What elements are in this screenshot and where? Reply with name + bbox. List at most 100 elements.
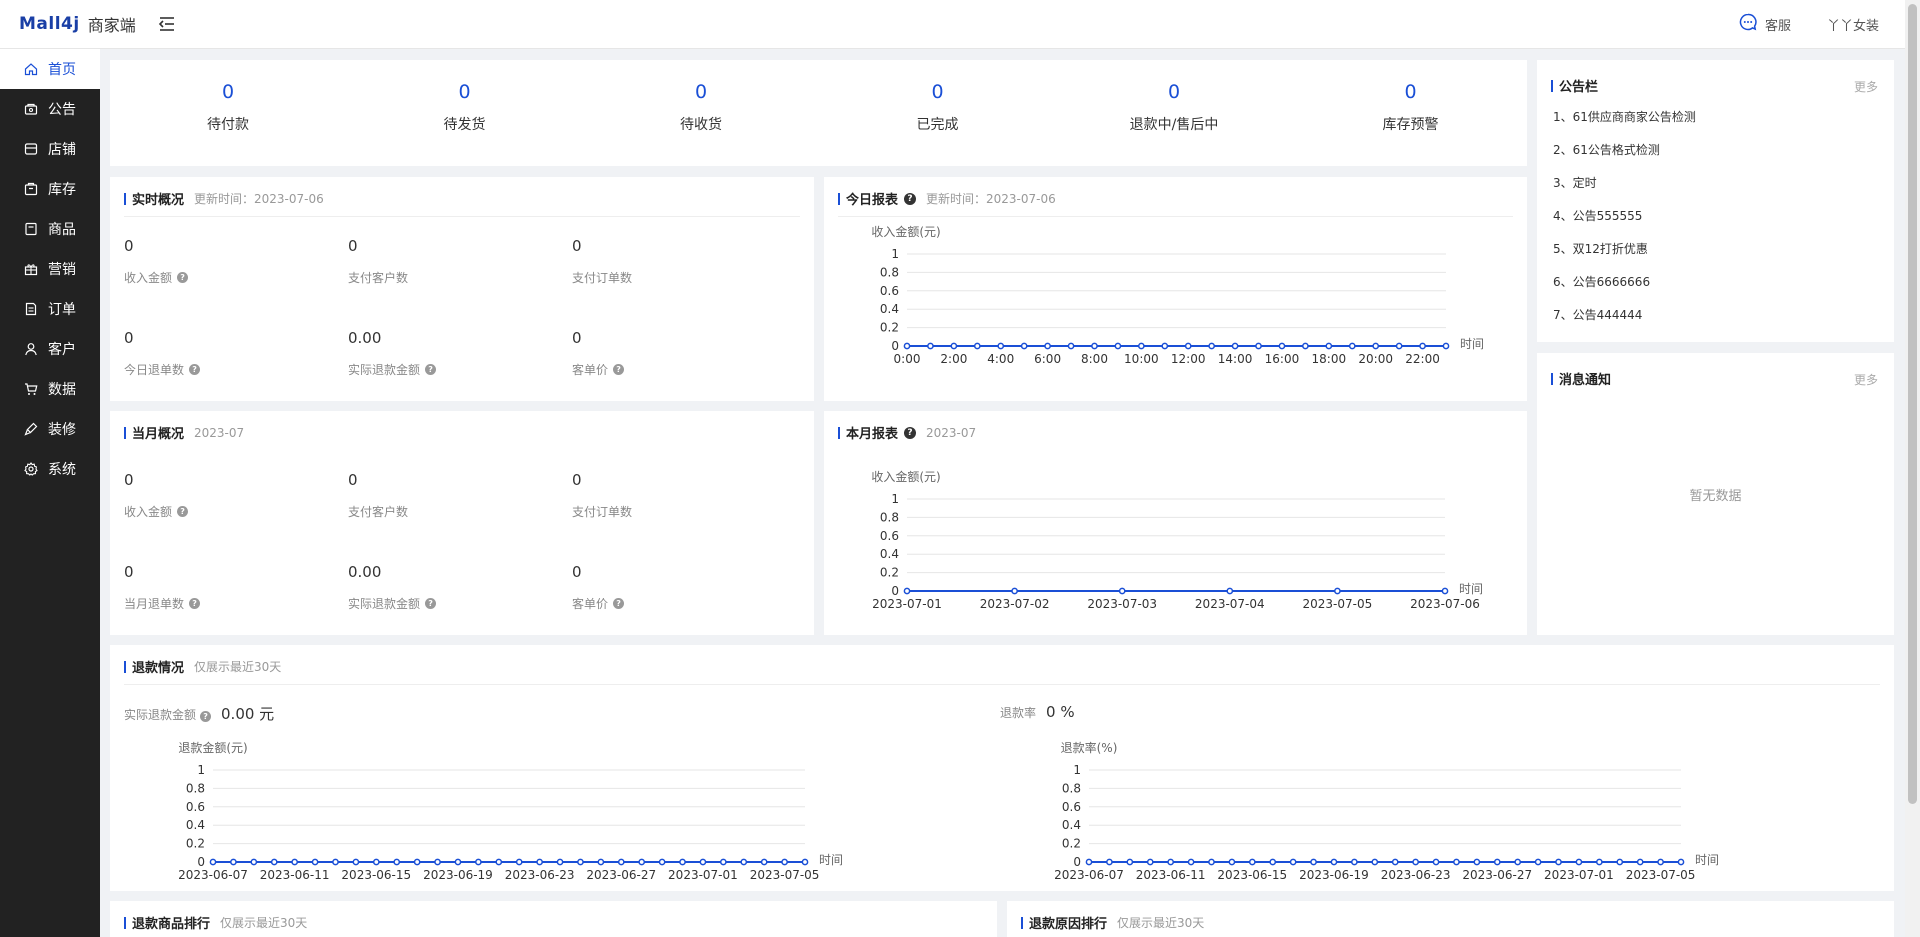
data-point[interactable] <box>903 342 911 350</box>
help-icon[interactable]: ? <box>177 506 189 517</box>
data-point[interactable] <box>1348 342 1356 350</box>
sidebar-item-9[interactable]: 装修 <box>0 409 100 449</box>
data-point[interactable] <box>372 858 380 866</box>
data-point[interactable] <box>434 858 441 866</box>
data-point[interactable] <box>781 858 788 866</box>
sidebar-item-2[interactable]: 店铺 <box>0 129 100 169</box>
data-point[interactable] <box>556 858 564 866</box>
data-point[interactable] <box>1269 858 1277 866</box>
data-point[interactable] <box>1091 342 1098 350</box>
data-point[interactable] <box>270 858 278 866</box>
data-point[interactable] <box>950 342 958 350</box>
data-point[interactable] <box>1226 587 1234 595</box>
data-point[interactable] <box>1118 587 1126 595</box>
data-point[interactable] <box>1493 858 1501 866</box>
data-point[interactable] <box>1187 858 1195 866</box>
sidebar-item-0[interactable]: 首页 <box>0 49 100 89</box>
data-point[interactable] <box>1208 342 1216 350</box>
data-point[interactable] <box>1126 858 1134 866</box>
data-point[interactable] <box>1325 342 1333 350</box>
data-point[interactable] <box>1161 342 1169 350</box>
stat-item[interactable]: 0 退款中/售后中 <box>1056 80 1292 134</box>
data-point[interactable] <box>515 858 523 866</box>
data-point[interactable] <box>1616 858 1624 866</box>
data-point[interactable] <box>617 858 625 866</box>
data-point[interactable] <box>1453 858 1460 866</box>
data-point[interactable] <box>1395 342 1403 350</box>
data-point[interactable] <box>1278 342 1286 350</box>
data-point[interactable] <box>1595 858 1603 866</box>
data-point[interactable] <box>1146 858 1154 866</box>
data-point[interactable] <box>1167 858 1175 866</box>
customer-service-button[interactable]: 客服 <box>1739 13 1791 35</box>
data-point[interactable] <box>1044 342 1051 350</box>
sidebar-item-10[interactable]: 系统 <box>0 449 100 489</box>
data-point[interactable] <box>352 858 360 866</box>
notice-item[interactable]: 6、公告6666666 <box>1553 273 1696 306</box>
data-point[interactable] <box>1555 858 1562 866</box>
help-icon[interactable]: ? <box>425 598 437 609</box>
help-icon[interactable]: ? <box>189 364 201 375</box>
data-point[interactable] <box>1184 342 1192 350</box>
data-point[interactable] <box>719 858 727 866</box>
data-point[interactable] <box>291 858 299 866</box>
help-icon[interactable]: ? <box>425 364 437 375</box>
data-point[interactable] <box>973 342 981 350</box>
notice-item[interactable]: 7、公告444444 <box>1553 306 1696 339</box>
data-point[interactable] <box>1334 587 1341 595</box>
data-point[interactable] <box>1636 858 1644 866</box>
data-point[interactable] <box>903 587 911 595</box>
data-point[interactable] <box>1085 858 1093 866</box>
data-point[interactable] <box>801 858 809 866</box>
data-point[interactable] <box>597 858 605 866</box>
data-point[interactable] <box>230 858 237 866</box>
scrollbar-thumb[interactable] <box>1908 4 1917 804</box>
data-point[interactable] <box>1575 858 1583 866</box>
data-point[interactable] <box>332 858 339 866</box>
stat-item[interactable]: 0 待发货 <box>347 80 583 134</box>
data-point[interactable] <box>1310 858 1317 866</box>
data-point[interactable] <box>311 858 319 866</box>
data-point[interactable] <box>638 858 646 866</box>
data-point[interactable] <box>1419 342 1426 350</box>
sidebar-item-8[interactable]: 数据 <box>0 369 100 409</box>
data-point[interactable] <box>1106 858 1113 866</box>
data-point[interactable] <box>1231 342 1239 350</box>
stat-item[interactable]: 0 待收货 <box>583 80 819 134</box>
user-menu[interactable]: 丫丫女装 <box>1827 15 1879 34</box>
data-point[interactable] <box>1137 342 1145 350</box>
data-point[interactable] <box>1372 342 1380 350</box>
data-point[interactable] <box>1302 342 1309 350</box>
data-point[interactable] <box>1067 342 1075 350</box>
data-point[interactable] <box>1442 342 1450 350</box>
data-point[interactable] <box>577 858 584 866</box>
messages-more-link[interactable]: 更多 <box>1854 371 1878 388</box>
data-point[interactable] <box>740 858 748 866</box>
data-point[interactable] <box>495 858 503 866</box>
data-point[interactable] <box>1441 587 1449 595</box>
data-point[interactable] <box>1228 858 1236 866</box>
data-point[interactable] <box>679 858 686 866</box>
data-point[interactable] <box>1677 858 1685 866</box>
data-point[interactable] <box>1412 858 1419 866</box>
data-point[interactable] <box>1330 858 1338 866</box>
notice-more-link[interactable]: 更多 <box>1854 78 1878 95</box>
data-point[interactable] <box>760 858 768 866</box>
help-icon[interactable]: ? <box>613 598 625 609</box>
data-point[interactable] <box>475 858 482 866</box>
data-point[interactable] <box>1514 858 1522 866</box>
menu-collapse-icon[interactable] <box>158 16 176 32</box>
data-point[interactable] <box>1351 858 1358 866</box>
sidebar-item-4[interactable]: 商品 <box>0 209 100 249</box>
sidebar-item-6[interactable]: 订单 <box>0 289 100 329</box>
help-icon[interactable]: ? <box>904 192 917 205</box>
data-point[interactable] <box>454 858 462 866</box>
data-point[interactable] <box>658 858 666 866</box>
help-icon[interactable]: ? <box>177 272 189 283</box>
data-point[interactable] <box>1473 858 1481 866</box>
data-point[interactable] <box>1657 858 1664 866</box>
data-point[interactable] <box>1255 342 1262 350</box>
notice-item[interactable]: 3、定时 <box>1553 174 1696 207</box>
stat-item[interactable]: 0 已完成 <box>820 80 1056 134</box>
data-point[interactable] <box>927 342 934 350</box>
